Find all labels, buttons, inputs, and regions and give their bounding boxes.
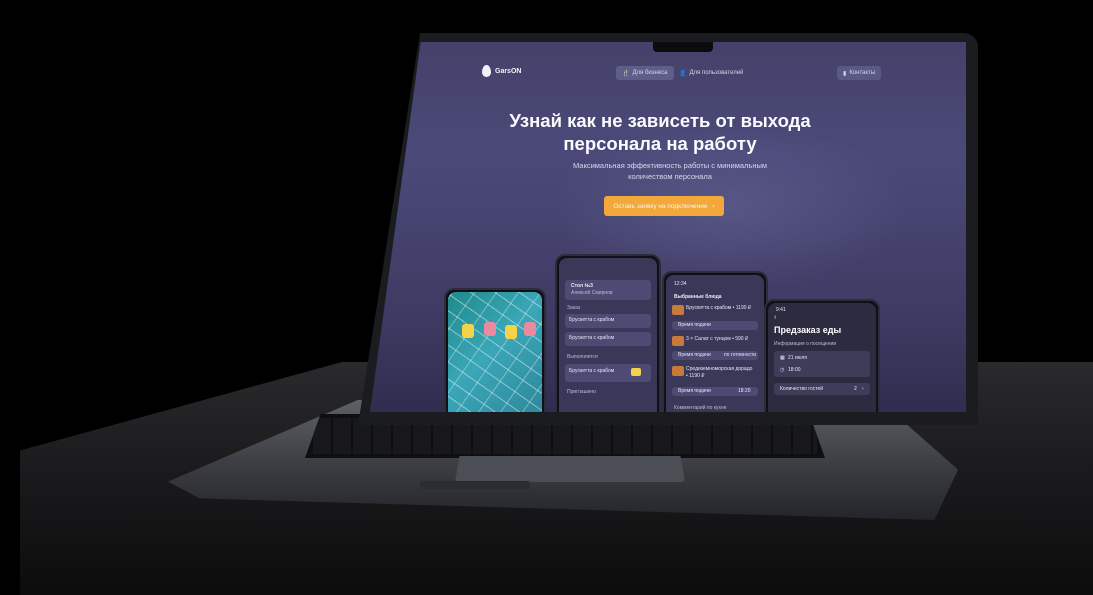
- order-item-label: Брускетта с крабом: [569, 368, 615, 374]
- phone-selected-screen: 12:34 Выбранные блюда Брускетта с крабом…: [666, 275, 764, 412]
- visit-date: 21 июля: [788, 355, 808, 361]
- waiter-label: Алексей Смирнов: [571, 290, 613, 296]
- logo-drop-icon: [482, 65, 491, 77]
- cutlery-icon: 🍴: [622, 70, 630, 77]
- nav-users-label: Для пользователей: [689, 70, 744, 76]
- executing-label: Выполняется: [567, 354, 598, 360]
- serve-time-value: 18:20: [738, 388, 751, 394]
- dish-label: Брускетта с крабом • 1190 ₽: [686, 305, 752, 311]
- phone-preorder-screen: 9:41 ‹ Предзаказ еды Информация о посеще…: [768, 303, 876, 412]
- serve-time-value: по готовности: [724, 352, 757, 358]
- hero-title-line2: персонала на работу: [563, 133, 757, 154]
- chevron-right-icon: ›: [712, 202, 715, 210]
- nav-business-label: Для бизнеса: [632, 70, 668, 76]
- calendar-icon: ▦: [780, 355, 785, 361]
- order-label: Заказ: [567, 305, 581, 311]
- guests-label: Количество гостей: [780, 386, 824, 392]
- visit-hour: 18:00: [788, 367, 801, 373]
- serve-time-label: Время подачи: [678, 352, 711, 358]
- preorder-title: Предзаказ еды: [774, 325, 842, 335]
- dish-image: [672, 305, 684, 315]
- nav-users-button[interactable]: 👤 Для пользователей: [673, 66, 749, 80]
- phone-map-screen: [448, 292, 542, 412]
- nav-business-button[interactable]: 🍴 Для бизнеса: [616, 66, 674, 80]
- dish-image: [672, 366, 684, 376]
- cta-label: Оставь заявку на подключение: [613, 202, 708, 210]
- book-icon: ▮: [843, 70, 847, 77]
- hero-title: Узнай как не зависеть от выхода персонал…: [490, 109, 830, 155]
- cta-button[interactable]: Оставь заявку на подключение ›: [604, 196, 724, 216]
- nav-contacts-label: Контакты: [849, 70, 876, 76]
- phone-map: [444, 288, 546, 412]
- phone-preorder: 9:41 ‹ Предзаказ еды Информация о посеще…: [764, 299, 880, 412]
- map-pin-icon: [462, 324, 474, 338]
- clock-icon: ◷: [780, 367, 785, 373]
- visit-info-label: Информация о посещении: [774, 341, 837, 347]
- serve-time-label: Время подачи: [678, 388, 711, 394]
- order-item-label: Брускетта с крабом: [569, 335, 615, 341]
- map-pin-icon: [505, 325, 517, 339]
- laptop-trackpad: [455, 456, 685, 482]
- status-time: 9:41: [776, 307, 786, 313]
- phone-order: Стол №3 Алексей Смирнов Заказ Брускетта …: [555, 254, 661, 412]
- map-pin-icon: [484, 322, 496, 336]
- chevron-right-icon: ›: [862, 386, 864, 392]
- laptop-front-lip: [420, 481, 530, 489]
- nav-contacts-button[interactable]: ▮ Контакты: [837, 66, 882, 80]
- status-time: 12:34: [674, 281, 687, 287]
- dish-price: • 1190 ₽: [686, 373, 705, 379]
- comment-label: Комментарий по кухне: [674, 405, 727, 411]
- user-icon: 👤: [679, 70, 687, 77]
- logo[interactable]: GarsON: [482, 65, 521, 77]
- phone-selected: 12:34 Выбранные блюда Брускетта с крабом…: [662, 271, 768, 412]
- back-arrow-icon[interactable]: ‹: [774, 314, 776, 321]
- site-header: GarsON 🍴 Для бизнеса 👤 Для пользователей…: [370, 42, 966, 94]
- hero-subtitle: Максимальная эффективность работы с мини…: [560, 160, 780, 182]
- hero-title-line1: Узнай как не зависеть от выхода: [509, 110, 811, 131]
- dish-label: Средиземноморская дорадо: [686, 366, 753, 372]
- status-icon: [631, 368, 641, 376]
- selected-header: Выбранные блюда: [674, 294, 722, 300]
- hero-subtitle-line2: количеством персонала: [628, 172, 712, 181]
- serve-time-label: Время подачи: [678, 322, 711, 328]
- scene: GarsON 🍴 Для бизнеса 👤 Для пользователей…: [0, 0, 1093, 595]
- map-roads: [448, 292, 542, 412]
- logo-text: GarsON: [495, 67, 522, 75]
- dish-image: [672, 336, 684, 346]
- dish-label: 3 × Салат с тунцом • 590 ₽: [686, 336, 749, 342]
- laptop-screen: GarsON 🍴 Для бизнеса 👤 Для пользователей…: [370, 42, 966, 412]
- guests-value: 2: [854, 386, 857, 392]
- order-item-label: Брускетта с крабом: [569, 317, 615, 323]
- map-pin-icon: [524, 322, 536, 336]
- invited-label: Приглашено: [567, 389, 596, 395]
- hero-subtitle-line1: Максимальная эффективность работы с мини…: [572, 161, 768, 170]
- phone-order-screen: Стол №3 Алексей Смирнов Заказ Брускетта …: [559, 258, 657, 412]
- table-label: Стол №3: [571, 283, 593, 289]
